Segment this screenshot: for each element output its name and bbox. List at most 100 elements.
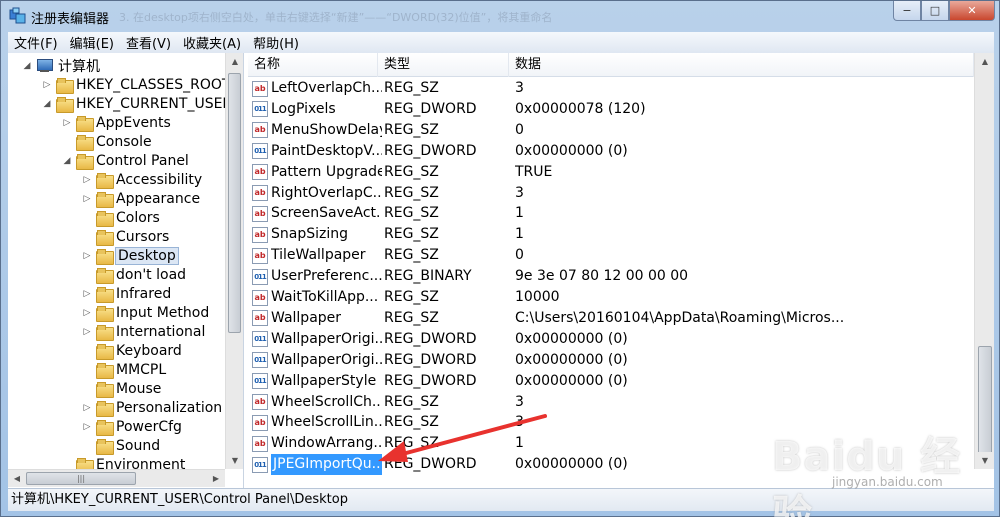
value-row[interactable]: ab ScreenSaveAct... REG_SZ 1 [248, 203, 974, 224]
expand-arrow-icon[interactable]: ▷ [82, 194, 92, 204]
string-value-icon: ab [252, 394, 268, 410]
tree-item[interactable]: Colors [82, 208, 160, 227]
tree-item[interactable]: ◢ HKEY_CURRENT_USER [42, 94, 232, 113]
tree-item[interactable]: ▷ Appearance [82, 189, 200, 208]
tree-item[interactable]: ▷ HKEY_CLASSES_ROOT [42, 75, 230, 94]
value-row[interactable]: ab MenuShowDelay REG_SZ 0 [248, 120, 974, 141]
tree-item[interactable]: ▷ International [82, 322, 205, 341]
tree-scroll-left-button[interactable]: ◀ [8, 470, 26, 487]
tree-item[interactable]: ▷ Input Method [82, 303, 209, 322]
value-name-cell: ab RightOverlapC... [252, 183, 382, 204]
tree-hscroll-thumb[interactable]: ||| [26, 472, 136, 485]
value-row[interactable]: ab WheelScrollLin... REG_SZ 3 [248, 412, 974, 433]
expand-arrow-icon[interactable]: ▷ [82, 422, 92, 432]
tree-item-label: Console [96, 133, 152, 150]
tree-item-label: Sound [116, 437, 161, 454]
value-row[interactable]: 011 WallpaperOrigi... REG_DWORD 0x00000000 … [248, 350, 974, 371]
menu-help[interactable]: 帮助(H) [247, 33, 305, 52]
expand-arrow-icon[interactable]: ▷ [82, 403, 92, 413]
registry-editor-window: 注册表编辑器 3. 在desktop项右侧空白处，单击右键选择“新建”——“DW… [0, 0, 1000, 517]
expand-arrow-icon[interactable]: ▷ [82, 308, 92, 318]
tree-item[interactable]: ▷ PowerCfg [82, 417, 182, 436]
value-name-cell: ab WheelScrollLin... [252, 412, 382, 433]
value-row[interactable]: ab WheelScrollCh... REG_SZ 3 [248, 392, 974, 413]
value-data: 0x00000000 (0) [515, 372, 628, 389]
menu-file[interactable]: 文件(F) [8, 33, 64, 52]
list-scroll-down-button[interactable]: ▼ [976, 452, 994, 469]
value-data: 0 [515, 247, 524, 264]
maximize-button[interactable]: □ [921, 1, 949, 21]
expand-arrow-icon[interactable]: ▷ [82, 251, 92, 261]
list-scroll-up-button[interactable]: ▲ [976, 53, 994, 70]
expand-arrow-icon[interactable]: ▷ [42, 80, 52, 90]
value-name-cell: 011 LogPixels [252, 99, 382, 120]
value-row[interactable]: 011 WallpaperOrigi... REG_DWORD 0x00000000 … [248, 329, 974, 350]
folder-icon [96, 381, 114, 398]
list-vertical-scrollbar[interactable]: ▲ ▼ [974, 53, 994, 469]
value-name-cell: ab WaitToKillApp... [252, 287, 382, 308]
minimize-button[interactable]: − [893, 1, 921, 21]
value-row[interactable]: ab SnapSizing REG_SZ 1 [248, 224, 974, 245]
tree-scroll-up-button[interactable]: ▲ [226, 53, 243, 70]
expand-arrow-icon[interactable]: ▷ [82, 175, 92, 185]
folder-icon [96, 400, 114, 417]
value-name: Pattern Upgrade [271, 163, 382, 180]
expand-arrow-icon[interactable]: ▷ [62, 118, 72, 128]
folder-icon [96, 267, 114, 284]
string-value-icon: ab [252, 310, 268, 327]
menu-view[interactable]: 查看(V) [120, 33, 177, 52]
value-name-cell: ab Wallpaper [252, 308, 382, 329]
value-type: REG_SZ [384, 414, 439, 431]
tree-item-label: MMCPL [116, 361, 167, 378]
value-row[interactable]: 011 LogPixels REG_DWORD 0x00000078 (120) [248, 99, 974, 120]
tree-item[interactable]: ▷ AppEvents [62, 113, 171, 132]
value-row[interactable]: ab WindowArrang... REG_SZ 1 [248, 433, 974, 454]
tree-item[interactable]: Console [62, 132, 152, 151]
tree-scroll-right-button[interactable]: ▶ [207, 470, 225, 487]
menu-edit[interactable]: 编辑(E) [64, 33, 120, 52]
tree-item[interactable]: Mouse [82, 379, 161, 398]
value-row[interactable]: 011 UserPreferenc... REG_BINARY 9e 3e 07 80… [248, 266, 974, 287]
value-row[interactable]: ab WaitToKillApp... REG_SZ 10000 [248, 287, 974, 308]
tree-item[interactable]: MMCPL [82, 360, 166, 379]
value-row[interactable]: ab RightOverlapC... REG_SZ 3 [248, 183, 974, 204]
tree-item[interactable]: ▷ Infrared [82, 284, 171, 303]
tree-item[interactable]: ◢ Control Panel [62, 151, 189, 170]
tree-item[interactable]: Sound [82, 436, 160, 455]
title-bar[interactable]: 注册表编辑器 3. 在desktop项右侧空白处，单击右键选择“新建”——“DW… [1, 1, 1000, 32]
value-row[interactable]: 011 PaintDesktopV... REG_DWORD 0x00000000 (… [248, 141, 974, 162]
value-row[interactable]: ab Pattern Upgrade REG_SZ TRUE [248, 162, 974, 183]
value-row[interactable]: 011 WallpaperStyle REG_DWORD 0x00000000 (0) [248, 371, 974, 392]
tree-horizontal-scrollbar[interactable]: ◀ ||| ▶ [8, 469, 225, 487]
list-scroll-thumb[interactable] [978, 346, 992, 460]
value-row[interactable]: ab LeftOverlapCh... REG_SZ 3 [248, 78, 974, 99]
column-header-data[interactable]: 数据 [509, 53, 974, 77]
tree-scroll-down-button[interactable]: ▼ [226, 452, 243, 469]
tree-item[interactable]: Cursors [82, 227, 169, 246]
tree-item[interactable]: Keyboard [82, 341, 182, 360]
tree-scroll-thumb[interactable] [228, 73, 241, 333]
collapse-arrow-icon[interactable]: ◢ [42, 99, 52, 109]
tree-item[interactable]: ▷ Accessibility [82, 170, 202, 189]
value-name-cell: ab MenuShowDelay [252, 120, 382, 141]
value-type: REG_SZ [384, 163, 439, 180]
collapse-arrow-icon[interactable]: ◢ [22, 61, 32, 71]
collapse-arrow-icon[interactable]: ◢ [62, 156, 72, 166]
column-header-name[interactable]: 名称 [248, 53, 378, 77]
close-button[interactable]: ✕ [949, 1, 995, 21]
string-value-icon: ab [252, 185, 268, 201]
tree-item[interactable]: don't load [82, 265, 186, 284]
tree-item-label: Keyboard [116, 342, 182, 359]
value-row[interactable]: 011 JPEGImportQu... REG_DWORD 0x00000000 (0… [248, 454, 974, 476]
tree-vertical-scrollbar[interactable]: ▲ ▼ [225, 53, 243, 469]
tree-item[interactable]: ◢ 计算机 [22, 56, 100, 75]
value-row[interactable]: ab TileWallpaper REG_SZ 0 [248, 245, 974, 266]
column-header-type[interactable]: 类型 [378, 53, 509, 77]
value-row[interactable]: ab Wallpaper REG_SZ C:\Users\20160104\AppDa… [248, 308, 974, 329]
tree-item[interactable]: ▷ Desktop [82, 246, 179, 265]
tree-item[interactable]: ▷ Personalization [82, 398, 222, 417]
menu-favorites[interactable]: 收藏夹(A) [177, 33, 247, 52]
tree-item-label: Colors [116, 209, 160, 226]
expand-arrow-icon[interactable]: ▷ [82, 327, 92, 337]
expand-arrow-icon[interactable]: ▷ [82, 289, 92, 299]
